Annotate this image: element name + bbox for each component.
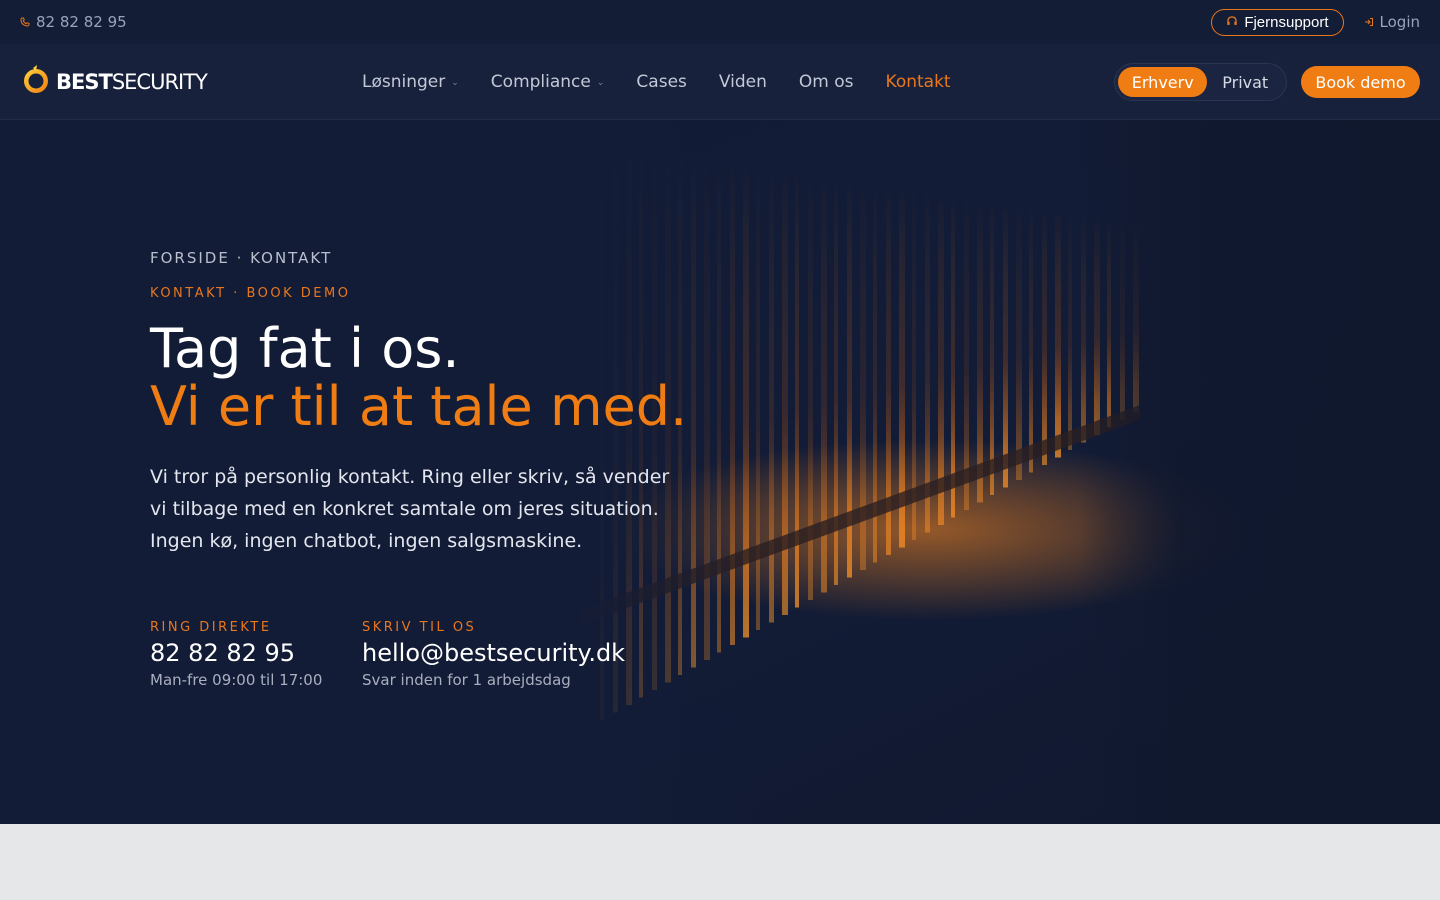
nav-item-viden[interactable]: Viden xyxy=(719,72,767,92)
nav-item-label: Løsninger xyxy=(362,72,446,92)
contact-phone-link[interactable]: 82 82 82 95 xyxy=(150,639,322,667)
logo-wordmark: BESTSECURITY xyxy=(56,69,208,94)
contact-phone-hours: Man-fre 09:00 til 17:00 xyxy=(150,671,323,689)
login-label: Login xyxy=(1379,13,1420,31)
contact-email-link[interactable]: hello@bestsecurity.dk xyxy=(362,639,625,667)
contact-email-label: SKRIV TIL OS xyxy=(362,620,477,635)
contact-phone-label: RING DIREKTE xyxy=(150,620,272,635)
contact-email-response: Svar inden for 1 arbejdsdag xyxy=(362,671,571,689)
page-title: Tag fat i os. Vi er til at tale med. xyxy=(150,320,687,436)
phone-icon xyxy=(20,13,30,31)
nav-item-om-os[interactable]: Om os xyxy=(799,72,854,92)
remote-support-label: Fjernsupport xyxy=(1244,13,1329,31)
nav-item-compliance[interactable]: Compliance ⌄ xyxy=(491,72,605,92)
nav-item-losninger[interactable]: Løsninger ⌄ xyxy=(362,72,459,92)
nav-item-label: Cases xyxy=(636,72,687,92)
book-demo-button[interactable]: Book demo xyxy=(1301,66,1420,98)
audience-toggle: Erhverv Privat xyxy=(1114,63,1287,101)
utility-bar: 82 82 82 95 Fjernsupport Login xyxy=(0,0,1440,44)
nav-item-cases[interactable]: Cases xyxy=(636,72,686,92)
page-title-line1: Tag fat i os. xyxy=(150,317,460,380)
login-icon xyxy=(1364,13,1374,31)
breadcrumb: FORSIDE · KONTAKT xyxy=(150,249,333,267)
logo-mark-icon xyxy=(20,64,52,100)
primary-nav: Løsninger ⌄ Compliance ⌄ Cases Viden Om … xyxy=(362,44,951,120)
audience-business-button[interactable]: Erhverv xyxy=(1118,67,1208,97)
hero-eyebrow: KONTAKT · BOOK DEMO xyxy=(150,286,351,301)
nav-item-label: Kontakt xyxy=(885,72,951,92)
utility-phone[interactable]: 82 82 82 95 xyxy=(20,13,127,31)
contact-email-block: SKRIV TIL OS hello@bestsecurity.dk Svar … xyxy=(362,620,625,689)
logo[interactable]: BESTSECURITY xyxy=(20,64,208,100)
next-section-band xyxy=(0,824,1440,900)
hero-intro-text: Vi tror på personlig kontakt. Ring eller… xyxy=(150,466,670,552)
utility-phone-number: 82 82 82 95 xyxy=(36,13,127,31)
login-link[interactable]: Login xyxy=(1364,13,1420,31)
nav-item-kontakt[interactable]: Kontakt xyxy=(886,72,951,92)
chevron-down-icon: ⌄ xyxy=(451,78,459,88)
chevron-down-icon: ⌄ xyxy=(596,78,605,88)
contact-phone-block: RING DIREKTE 82 82 82 95 Man-fre 09:00 t… xyxy=(150,620,322,689)
main-navigation: BESTSECURITY Løsninger ⌄ Compliance ⌄ Ca… xyxy=(0,44,1440,120)
nav-item-label: Compliance xyxy=(490,72,591,92)
hero-section: FORSIDE · KONTAKT KONTAKT · BOOK DEMO Ta… xyxy=(0,120,1440,824)
audience-private-button[interactable]: Privat xyxy=(1207,67,1283,97)
nav-item-label: Viden xyxy=(718,72,767,92)
headset-icon xyxy=(1226,14,1238,31)
nav-item-label: Om os xyxy=(798,72,854,92)
page-title-line2: Vi er til at tale med. xyxy=(150,375,688,438)
remote-support-button[interactable]: Fjernsupport xyxy=(1211,8,1344,36)
